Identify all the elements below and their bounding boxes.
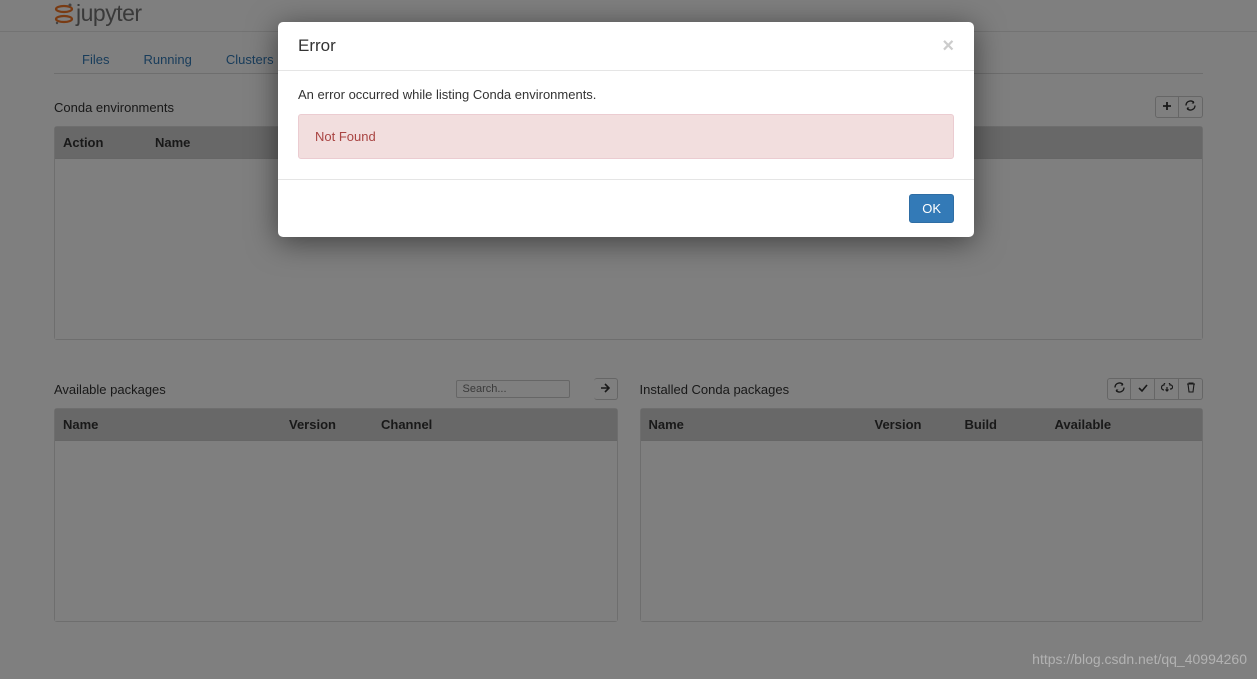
modal-footer: OK [278, 179, 974, 237]
modal-body: An error occurred while listing Conda en… [278, 71, 974, 179]
close-icon[interactable]: × [942, 36, 954, 56]
error-alert: Not Found [298, 114, 954, 159]
error-modal: Error × An error occurred while listing … [278, 22, 974, 237]
modal-message: An error occurred while listing Conda en… [298, 87, 954, 102]
modal-title: Error [298, 36, 336, 56]
ok-button[interactable]: OK [909, 194, 954, 223]
modal-header: Error × [278, 22, 974, 71]
watermark: https://blog.csdn.net/qq_40994260 [1032, 651, 1247, 667]
